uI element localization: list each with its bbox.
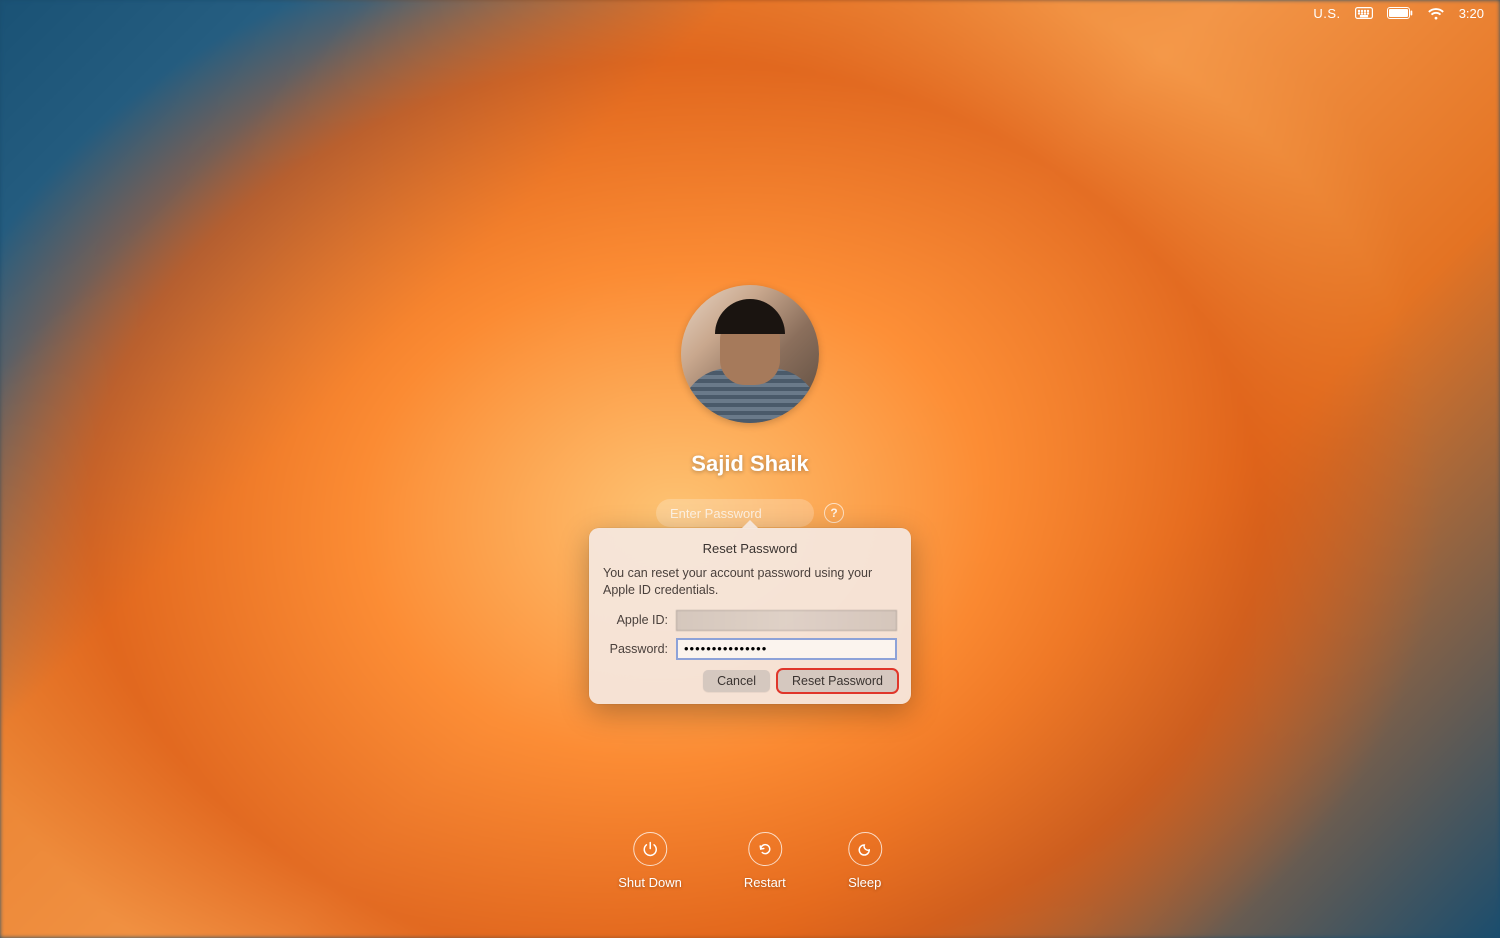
help-icon[interactable]: ? (824, 503, 844, 523)
sleep-icon (848, 832, 882, 866)
shutdown-label: Shut Down (618, 875, 682, 890)
user-avatar[interactable] (681, 285, 819, 423)
password-input[interactable] (656, 499, 814, 527)
shutdown-button[interactable]: Shut Down (618, 832, 682, 890)
username-label: Sajid Shaik (691, 451, 808, 477)
clock-label[interactable]: 3:20 (1459, 6, 1484, 21)
input-language-label[interactable]: U.S. (1313, 6, 1340, 21)
apple-id-input[interactable] (676, 610, 897, 631)
login-panel: Sajid Shaik ? (656, 285, 844, 527)
battery-icon (1387, 7, 1413, 19)
menu-bar: U.S. 3:20 (1297, 0, 1500, 26)
session-actions: Shut Down Restart Sleep (618, 832, 882, 890)
reset-password-popover: Reset Password You can reset your accoun… (589, 528, 911, 704)
popover-title: Reset Password (603, 541, 897, 556)
cancel-button[interactable]: Cancel (703, 670, 770, 692)
apple-password-label: Password: (603, 642, 668, 656)
apple-password-input[interactable] (676, 638, 897, 660)
restart-button[interactable]: Restart (744, 832, 786, 890)
reset-password-button[interactable]: Reset Password (778, 670, 897, 692)
popover-description: You can reset your account password usin… (603, 565, 897, 599)
sleep-label: Sleep (848, 875, 881, 890)
apple-id-label: Apple ID: (603, 613, 668, 627)
restart-label: Restart (744, 875, 786, 890)
wifi-icon (1427, 7, 1445, 20)
power-icon (633, 832, 667, 866)
restart-icon (748, 832, 782, 866)
sleep-button[interactable]: Sleep (848, 832, 882, 890)
keyboard-icon (1355, 7, 1373, 19)
